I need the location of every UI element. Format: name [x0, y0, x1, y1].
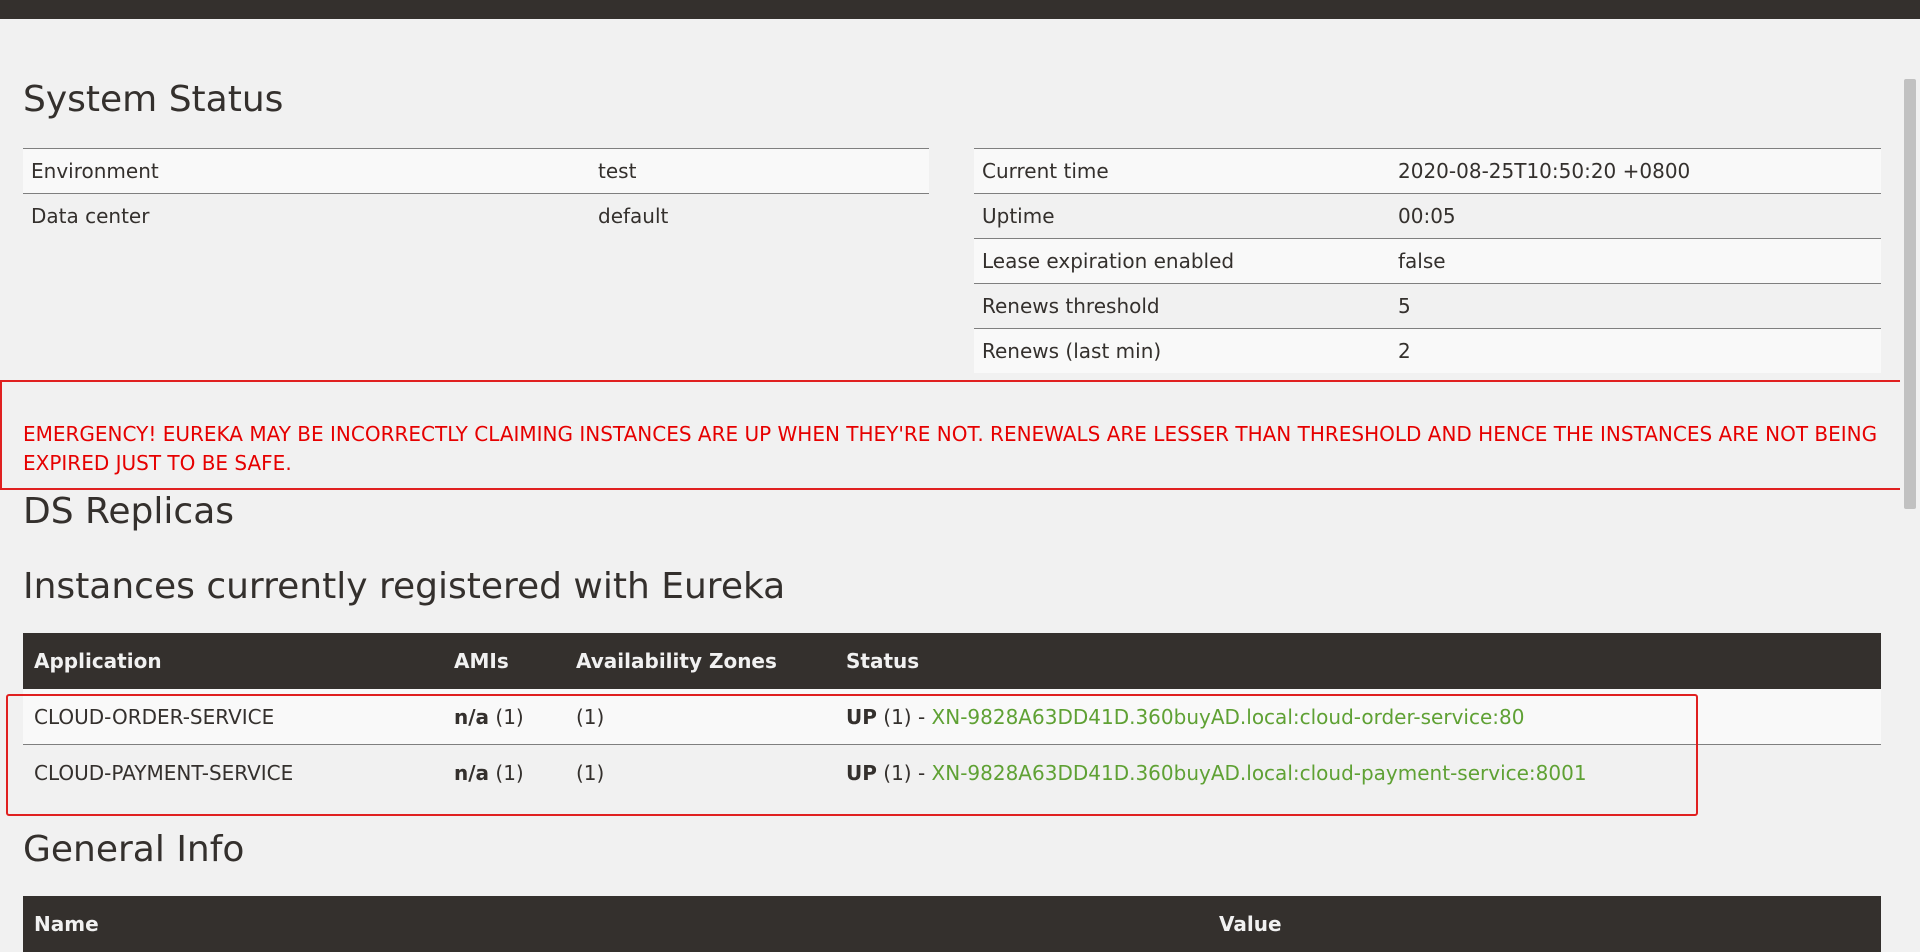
scrollbar-thumb[interactable]: [1904, 79, 1916, 509]
current-time-key: Current time: [974, 148, 1390, 194]
instances-title: Instances currently registered with Eure…: [23, 566, 786, 607]
datacenter-value: default: [590, 193, 929, 238]
scrollbar-track[interactable]: [1900, 19, 1920, 937]
header-status: Status: [835, 633, 1881, 689]
env-value: test: [590, 148, 929, 194]
instances-highlight-box: [6, 694, 1698, 816]
lease-expiration-value: false: [1390, 238, 1881, 284]
datacenter-key: Data center: [23, 193, 590, 238]
header-value: Value: [1208, 896, 1881, 952]
header-amis: AMIs: [443, 633, 565, 689]
renews-threshold-value: 5: [1390, 283, 1881, 329]
table-row: Data center default: [23, 193, 929, 238]
header-availability-zones: Availability Zones: [565, 633, 835, 689]
current-time-value: 2020-08-25T10:50:20 +0800: [1390, 148, 1881, 194]
env-key: Environment: [23, 148, 590, 194]
renews-threshold-key: Renews threshold: [974, 283, 1390, 329]
uptime-key: Uptime: [974, 193, 1390, 239]
renews-last-min-key: Renews (last min): [974, 328, 1390, 373]
header-name: Name: [23, 896, 1208, 952]
table-row: Renews (last min) 2: [974, 328, 1881, 373]
table-row: Renews threshold 5: [974, 283, 1881, 329]
header-application: Application: [23, 633, 443, 689]
table-row: Uptime 00:05: [974, 193, 1881, 239]
system-status-right-table: Current time 2020-08-25T10:50:20 +0800 U…: [974, 148, 1881, 373]
lease-expiration-key: Lease expiration enabled: [974, 238, 1390, 284]
general-info-table: Name Value: [23, 896, 1881, 952]
ds-replicas-title: DS Replicas: [23, 491, 235, 532]
emergency-banner: EMERGENCY! EUREKA MAY BE INCORRECTLY CLA…: [0, 380, 1916, 490]
top-nav-bar: [0, 0, 1920, 19]
table-row: Environment test: [23, 148, 929, 194]
general-info-title: General Info: [23, 829, 245, 870]
emergency-message: EMERGENCY! EUREKA MAY BE INCORRECTLY CLA…: [23, 422, 1878, 475]
uptime-value: 00:05: [1390, 193, 1881, 239]
table-header-row: Name Value: [23, 896, 1881, 952]
table-row: Current time 2020-08-25T10:50:20 +0800: [974, 148, 1881, 194]
system-status-title: System Status: [23, 79, 284, 120]
table-row: Lease expiration enabled false: [974, 238, 1881, 284]
table-header-row: Application AMIs Availability Zones Stat…: [23, 633, 1881, 689]
renews-last-min-value: 2: [1390, 328, 1881, 373]
system-status-left-table: Environment test Data center default: [23, 148, 929, 238]
